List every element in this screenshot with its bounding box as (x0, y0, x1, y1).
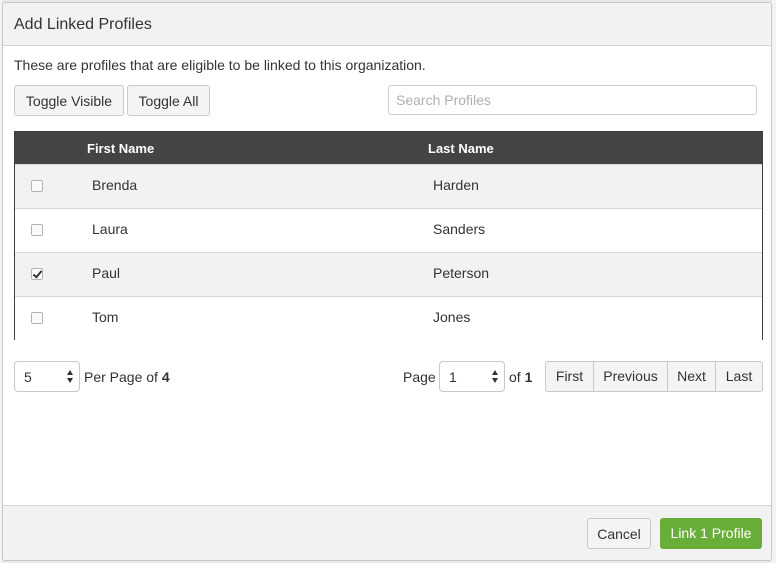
row-checkbox[interactable] (31, 268, 43, 280)
background-panel-right (772, 0, 776, 563)
first-page-button[interactable]: First (546, 362, 594, 391)
pagination-buttons: First Previous Next Last (545, 361, 763, 392)
last-name-cell: Peterson (433, 265, 490, 281)
last-name-cell: Sanders (433, 221, 486, 237)
add-linked-profiles-modal: Add Linked Profiles These are profiles t… (2, 2, 772, 561)
search-profiles-input[interactable] (388, 85, 757, 115)
page-select[interactable]: 1 (439, 361, 505, 392)
row-checkbox[interactable] (31, 224, 43, 236)
total-count: 4 (161, 369, 170, 385)
previous-page-button[interactable]: Previous (594, 362, 668, 391)
link-profile-button[interactable]: Link 1 Profile (660, 518, 762, 549)
table-row[interactable]: Tom Jones (15, 296, 762, 340)
column-header-last-name[interactable]: Last Name (428, 141, 494, 156)
first-name-cell: Paul (92, 265, 121, 281)
first-name-cell: Tom (92, 309, 119, 325)
toggle-visible-button[interactable]: Toggle Visible (14, 85, 124, 116)
total-pages: 1 (524, 369, 533, 385)
select-arrows-icon (492, 370, 499, 384)
last-name-cell: Harden (433, 177, 479, 193)
page-label: Page (403, 369, 436, 385)
modal-title: Add Linked Profiles (14, 16, 152, 33)
table-row[interactable]: Laura Sanders (15, 208, 762, 252)
row-checkbox[interactable] (31, 180, 43, 192)
next-page-button[interactable]: Next (668, 362, 716, 391)
last-name-cell: Jones (433, 309, 471, 325)
table-row[interactable]: Brenda Harden (15, 164, 762, 208)
per-page-value: 5 (24, 369, 32, 385)
cancel-button[interactable]: Cancel (587, 518, 651, 549)
toggle-all-button[interactable]: Toggle All (127, 85, 210, 116)
profiles-table: First Name Last Name Brenda Harden Laura Sa… (14, 131, 763, 340)
per-page-select[interactable]: 5 (14, 361, 80, 392)
first-name-cell: Brenda (92, 177, 138, 193)
modal-description: These are profiles that are eligible to … (14, 57, 426, 73)
last-page-button[interactable]: Last (716, 362, 762, 391)
total-pages-text: of 1 (509, 369, 532, 385)
select-arrows-icon (67, 370, 74, 384)
of-label: of (509, 369, 521, 385)
row-checkbox[interactable] (31, 312, 43, 324)
per-page-text: Per Page of 4 (84, 369, 170, 385)
column-header-first-name[interactable]: First Name (87, 141, 154, 156)
table-row[interactable]: Paul Peterson (15, 252, 762, 296)
page-value: 1 (449, 369, 457, 385)
per-page-label: Per Page of (84, 369, 158, 385)
modal-footer: Cancel Link 1 Profile (3, 505, 771, 560)
first-name-cell: Laura (92, 221, 128, 237)
modal-header: Add Linked Profiles (3, 3, 771, 46)
table-header: First Name Last Name (15, 132, 762, 164)
